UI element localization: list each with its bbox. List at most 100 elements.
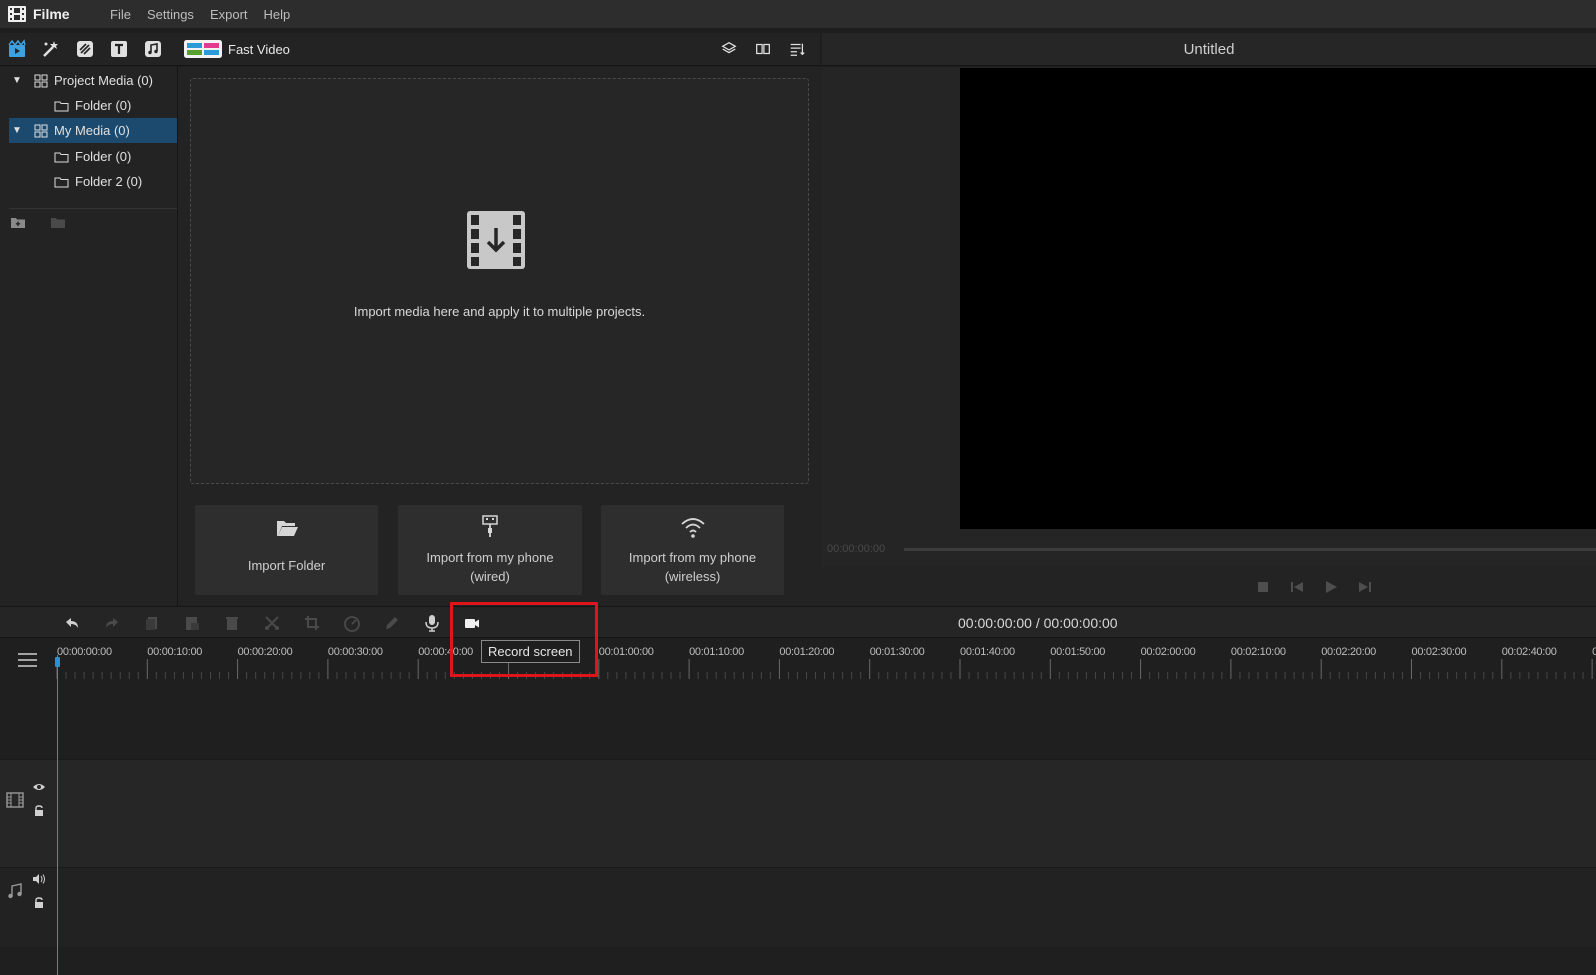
media-tree-sidebar: ▼ Project Media (0) Folder (0) ▼ My Medi… <box>0 67 178 606</box>
usb-icon <box>482 515 498 537</box>
timeline-ruler[interactable]: 00:00:00:00 00:00:10:00 00:00:20:00 00:00:3… <box>0 639 1596 679</box>
tree-item-folder-2[interactable]: Folder 2 (0) <box>9 169 177 194</box>
edit-toolbar: 00:00:00:00 / 00:00:00:00 <box>0 606 1596 638</box>
transitions-icon <box>77 41 93 57</box>
fast-video-button[interactable]: Fast Video <box>184 40 290 58</box>
menu-bar: Filme File Settings Export Help <box>0 0 1596 28</box>
play-icon <box>1326 580 1337 593</box>
crop-icon[interactable] <box>303 614 321 632</box>
paste-icon[interactable] <box>183 614 201 632</box>
ruler-tick-label: 00:02:20:00 <box>1321 646 1376 658</box>
preview-timecode: 00:00:00:00 <box>827 543 886 555</box>
text-icon <box>111 41 127 57</box>
layers-button[interactable] <box>712 33 746 66</box>
divider <box>9 208 177 209</box>
menu-file[interactable]: File <box>110 7 131 22</box>
import-area: Import media here and apply it to multip… <box>178 67 822 606</box>
media-drop-zone[interactable]: Import media here and apply it to multip… <box>190 78 809 484</box>
music-tab[interactable] <box>136 33 170 66</box>
speed-icon[interactable] <box>343 614 361 632</box>
list-view-icon <box>790 43 805 56</box>
import-folder-label: Import Folder <box>247 558 326 573</box>
menu-settings[interactable]: Settings <box>147 7 194 22</box>
delete-icon[interactable] <box>223 614 241 632</box>
media-tab[interactable] <box>0 33 34 66</box>
audio-track[interactable] <box>0 867 1596 947</box>
stop-icon <box>1258 581 1268 592</box>
fast-video-label: Fast Video <box>228 41 290 57</box>
ruler-tick-label: 00:01:10:00 <box>689 646 744 658</box>
video-track-icon <box>6 792 24 808</box>
tree-item-my-media[interactable]: ▼ My Media (0) <box>9 118 177 143</box>
folder-icon <box>54 152 69 162</box>
split-view-button[interactable] <box>746 33 780 66</box>
lock-icon[interactable] <box>33 805 45 817</box>
split-view-icon <box>756 43 770 55</box>
tree-item-project-media[interactable]: ▼ Project Media (0) <box>9 68 177 93</box>
edit-icon[interactable] <box>383 614 401 632</box>
ruler-ticks <box>56 659 1593 679</box>
tree-item-label: Folder 2 (0) <box>75 174 143 189</box>
lock-icon[interactable] <box>33 897 45 909</box>
playhead[interactable] <box>57 655 58 975</box>
timeline-time-display: 00:00:00:00 / 00:00:00:00 <box>958 615 1118 631</box>
tree-item-label: Project Media (0) <box>54 73 153 88</box>
text-tab[interactable] <box>102 33 136 66</box>
effects-tab[interactable] <box>34 33 68 66</box>
timeline-empty-track[interactable] <box>0 679 1596 759</box>
volume-icon[interactable] <box>32 873 46 885</box>
ruler-tick-label: 00:02:10:00 <box>1230 646 1286 658</box>
tree-item-folder[interactable]: Folder (0) <box>9 93 177 118</box>
ruler-tick-label: 00:00:00:00 <box>57 646 112 658</box>
import-phone-wired-button[interactable]: Import from my phone (wired) <box>398 505 582 595</box>
music-icon <box>145 41 161 57</box>
video-preview[interactable] <box>960 68 1596 529</box>
media-toolbar: Fast Video <box>0 33 820 66</box>
folder-icon <box>54 177 69 187</box>
timeline-bottom-area <box>0 947 1596 975</box>
ruler-tick-label: 00:02:40:00 <box>1501 646 1557 658</box>
undo-icon[interactable] <box>63 614 81 632</box>
video-track[interactable] <box>0 759 1596 867</box>
ruler-tick-label: 00 <box>1592 646 1596 658</box>
next-frame-button[interactable] <box>1348 577 1382 597</box>
grid-icon <box>34 74 48 87</box>
visibility-eye-icon[interactable] <box>32 781 46 793</box>
ruler-tick-label: 00:02:30:00 <box>1411 646 1467 658</box>
copy-icon[interactable] <box>143 614 161 632</box>
wifi-icon <box>680 518 705 538</box>
previous-frame-button[interactable] <box>1280 577 1314 597</box>
app-name: Filme <box>33 6 70 22</box>
play-button[interactable] <box>1314 577 1348 597</box>
redo-icon[interactable] <box>103 614 121 632</box>
ruler-tick-label: 00:01:20:00 <box>779 646 835 658</box>
delete-folder-icon[interactable] <box>50 215 66 229</box>
fast-video-icon <box>184 40 222 58</box>
list-view-button[interactable] <box>780 33 814 66</box>
import-phone-wireless-button[interactable]: Import from my phone (wireless) <box>601 505 784 595</box>
split-icon[interactable] <box>263 614 281 632</box>
import-phone-wired-line1: Import from my phone <box>426 550 554 565</box>
expand-arrow-icon[interactable]: ▼ <box>12 125 26 136</box>
ruler-tick-label: 00:02:00:00 <box>1140 646 1196 658</box>
ruler-tick-label: 00:01:50:00 <box>1050 646 1106 658</box>
previous-frame-icon <box>1291 581 1303 592</box>
expand-arrow-icon[interactable]: ▼ <box>12 75 26 86</box>
effects-icon <box>43 41 58 57</box>
transitions-tab[interactable] <box>68 33 102 66</box>
microphone-icon[interactable] <box>423 614 441 632</box>
preview-scrubber[interactable] <box>904 548 1596 551</box>
add-folder-icon[interactable] <box>10 215 26 229</box>
stop-button[interactable] <box>1246 577 1280 597</box>
tree-item-folder[interactable]: Folder (0) <box>9 144 177 169</box>
menu-export[interactable]: Export <box>210 7 248 22</box>
playhead-handle[interactable] <box>55 657 60 667</box>
filme-logo-icon <box>8 6 26 22</box>
import-phone-wireless-line2: (wireless) <box>664 569 721 584</box>
preview-panel: 00:00:00:00 <box>822 67 1596 606</box>
preview-header: Untitled <box>822 33 1596 66</box>
import-folder-button[interactable]: Import Folder <box>195 505 378 595</box>
media-icon <box>8 39 26 57</box>
menu-help[interactable]: Help <box>264 7 291 22</box>
import-hint-text: Import media here and apply it to multip… <box>353 304 646 319</box>
